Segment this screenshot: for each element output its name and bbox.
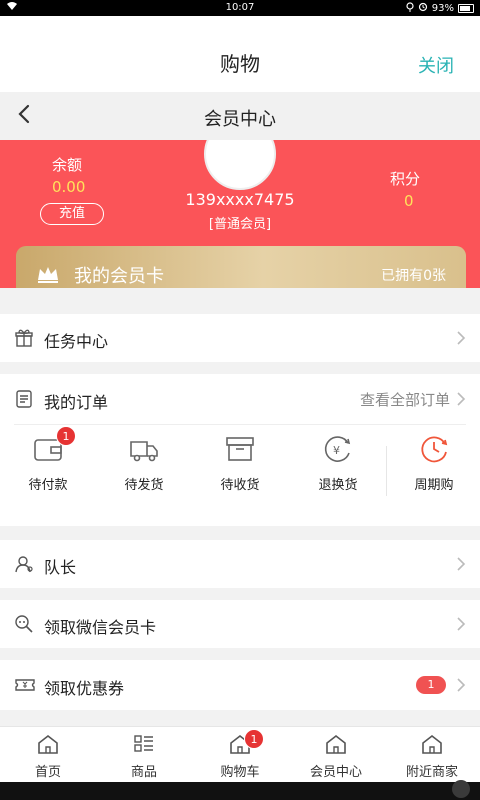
- order-pending-shipment[interactable]: 待发货: [104, 434, 184, 493]
- captain-row[interactable]: 队长: [0, 540, 480, 588]
- divider: [14, 424, 466, 425]
- my-orders-section: 我的订单 查看全部订单 待付款 1 待发货 待收货 ¥ 退换货 周期购: [0, 374, 480, 526]
- card-search-icon: [14, 614, 34, 634]
- chevron-right-icon[interactable]: [456, 391, 466, 407]
- nav-title: 会员中心: [204, 109, 276, 130]
- chevron-right-icon: [456, 556, 466, 572]
- order-returns[interactable]: ¥ 退换货: [298, 434, 378, 493]
- page-title: 购物: [220, 52, 260, 76]
- coupons-label: 领取优惠券: [44, 679, 125, 698]
- box-icon: [223, 434, 257, 464]
- tab-label: 附近商家: [405, 765, 458, 780]
- member-header: 余额 0.00 充值 139xxxx7475 [普通会员] 积分 0 我的会员卡…: [0, 140, 480, 288]
- close-button[interactable]: 关闭: [418, 52, 454, 78]
- task-center-row[interactable]: 任务中心: [0, 314, 480, 362]
- member-card-title: 我的会员卡: [74, 266, 164, 287]
- order-label: 周期购: [414, 478, 454, 493]
- member-level: [普通会员]: [208, 217, 272, 232]
- order-subscription[interactable]: 周期购: [394, 434, 474, 493]
- tab-label: 会员中心: [309, 765, 362, 780]
- clipboard-icon: [14, 389, 34, 409]
- points-value: 0: [404, 192, 414, 210]
- tab-label: 首页: [34, 765, 61, 780]
- vertical-divider: [386, 446, 387, 496]
- view-all-orders-link[interactable]: 查看全部订单: [360, 389, 450, 410]
- title-bar: 购物 关闭: [0, 16, 480, 92]
- points-label: 积分: [390, 170, 421, 188]
- crown-icon: [36, 264, 60, 284]
- member-center-screen: 10:07 93% 购物 关闭 会员中心 余额 0.00 充值 139xxxx7…: [0, 0, 480, 800]
- order-label: 退换货: [318, 478, 358, 493]
- coupon-count-badge: 1: [416, 676, 446, 694]
- chevron-right-icon: [456, 616, 466, 632]
- status-bar: 10:07 93%: [0, 0, 480, 16]
- tab-label: 商品: [130, 765, 157, 780]
- order-label: 待发货: [124, 478, 164, 493]
- my-orders-title: 我的订单: [44, 393, 109, 412]
- home-indicator[interactable]: [452, 780, 470, 798]
- order-label: 待收货: [220, 478, 260, 493]
- order-pending-receipt[interactable]: 待收货: [200, 434, 280, 493]
- coupons-row[interactable]: 领取优惠券 1: [0, 660, 480, 710]
- battery-percent: 93%: [431, 3, 454, 14]
- tab-home[interactable]: 首页: [0, 733, 96, 780]
- gift-icon: [14, 328, 34, 348]
- chevron-right-icon: [456, 330, 466, 346]
- user-icon: [14, 554, 34, 574]
- tab-label: 购物车: [220, 765, 260, 780]
- tab-nearby-stores[interactable]: 附近商家: [384, 733, 480, 780]
- svg-text:¥: ¥: [333, 444, 340, 457]
- balance-label: 余额: [52, 156, 83, 174]
- captain-label: 队长: [44, 558, 77, 577]
- order-badge: 1: [56, 426, 76, 446]
- system-bottom-bar: [0, 780, 480, 800]
- nav-bar: 会员中心: [0, 92, 480, 140]
- location-icon: [406, 2, 414, 15]
- refund-icon: ¥: [321, 434, 355, 464]
- wechat-card-label: 领取微信会员卡: [44, 618, 157, 637]
- member-card-owned: 已拥有0张: [381, 268, 446, 284]
- wechat-card-row[interactable]: 领取微信会员卡: [0, 600, 480, 648]
- task-center-label: 任务中心: [44, 332, 109, 351]
- bottom-tab-bar: 首页 商品 购物车 1 会员中心 附近商家: [0, 726, 480, 783]
- home-icon: [36, 733, 60, 755]
- member-card-banner[interactable]: 我的会员卡 已拥有0张: [16, 246, 466, 288]
- order-pending-payment[interactable]: 待付款 1: [8, 426, 88, 493]
- member-home-icon: [324, 733, 348, 755]
- tab-member-center[interactable]: 会员中心: [288, 733, 384, 780]
- cart-badge: 1: [244, 729, 264, 749]
- ticket-icon: [14, 675, 35, 695]
- list-icon: [132, 733, 156, 755]
- avatar[interactable]: [204, 140, 276, 190]
- alarm-icon: [418, 2, 428, 15]
- truck-icon: [127, 434, 161, 464]
- clock-icon: [417, 434, 451, 464]
- chevron-right-icon: [456, 677, 466, 693]
- battery-icon: [458, 4, 474, 13]
- tab-cart[interactable]: 购物车 1: [192, 729, 288, 780]
- store-home-icon: [420, 733, 444, 755]
- order-label: 待付款: [28, 478, 68, 493]
- tab-products[interactable]: 商品: [96, 733, 192, 780]
